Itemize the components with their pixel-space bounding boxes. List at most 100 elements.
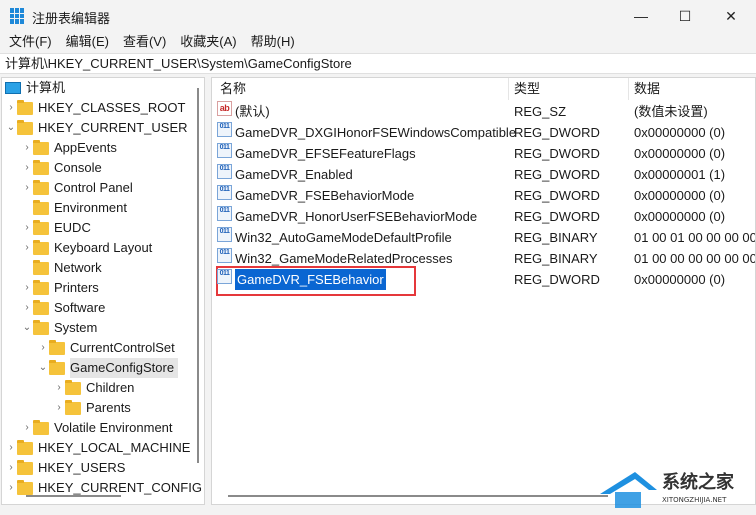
folder-icon: [49, 359, 65, 375]
tree-item[interactable]: › HKEY_CLASSES_ROOT: [5, 98, 185, 118]
menu-favorites[interactable]: 收藏夹(A): [171, 32, 236, 52]
expand-arrow-icon[interactable]: ›: [5, 438, 17, 458]
expand-arrow-icon[interactable]: ›: [21, 158, 33, 178]
value-name: Win32_GameModeRelatedProcesses: [235, 251, 453, 266]
menu-file[interactable]: 文件(F): [0, 32, 52, 52]
tree-item-label: Software: [54, 300, 106, 315]
tree-item[interactable]: › EUDC: [21, 218, 91, 238]
tree-item[interactable]: › CurrentControlSet: [37, 338, 175, 358]
expand-arrow-icon[interactable]: ›: [21, 138, 33, 158]
tree-item[interactable]: › Children: [53, 378, 134, 398]
tree-item-label: CurrentControlSet: [70, 340, 175, 355]
expand-arrow-icon[interactable]: ›: [21, 298, 33, 318]
expand-arrow-icon[interactable]: ›: [5, 478, 17, 498]
expand-arrow-icon[interactable]: ›: [53, 398, 65, 418]
svg-text:XITONGZHIJIA.NET: XITONGZHIJIA.NET: [662, 496, 727, 504]
value-row[interactable]: 011 Win32_GameModeRelatedProcesses REG_BIN…: [212, 248, 756, 269]
minimize-button[interactable]: —: [618, 0, 664, 32]
tree-item[interactable]: › Keyboard Layout: [21, 238, 152, 258]
tree-item[interactable]: › Printers: [21, 278, 99, 298]
tree-item-label: HKEY_CLASSES_ROOT: [38, 100, 186, 115]
expand-arrow-icon[interactable]: ›: [37, 338, 49, 358]
value-name: GameDVR_EFSEFeatureFlags: [235, 146, 416, 161]
value-row[interactable]: 011 GameDVR_HonorUserFSEBehaviorMode REG_D…: [212, 206, 755, 227]
expand-arrow-icon[interactable]: ›: [5, 98, 17, 118]
values-pane[interactable]: 名称 类型 数据 ab (默认) REG_SZ (数值未设置) 011 GameDVR_D…: [211, 77, 756, 505]
folder-icon: [33, 319, 49, 335]
value-name: GameDVR_HonorUserFSEBehaviorMode: [235, 209, 478, 224]
folder-icon: [33, 159, 49, 175]
tree-item-label: Volatile Environment: [54, 420, 173, 435]
tree-item[interactable]: › AppEvents: [21, 138, 117, 158]
values-horizontal-scrollbar[interactable]: [228, 495, 608, 497]
tree-item[interactable]: › HKEY_LOCAL_MACHINE: [5, 438, 190, 458]
tree-item[interactable]: ⌄ System: [21, 318, 97, 338]
value-row[interactable]: 011 GameDVR_FSEBehavior REG_DWORD 0x0000000…: [212, 269, 755, 290]
value-row[interactable]: 011 GameDVR_FSEBehaviorMode REG_DWORD 0x000…: [212, 185, 755, 206]
tree-item[interactable]: › HKEY_USERS: [5, 458, 125, 478]
tree-item[interactable]: › Parents: [53, 398, 131, 418]
tree-item-label: System: [54, 320, 98, 335]
tree-item[interactable]: ⌄ GameConfigStore: [37, 358, 179, 378]
value-row[interactable]: ab (默认) REG_SZ (数值未设置): [212, 101, 755, 122]
value-row[interactable]: 011 Win32_AutoGameModeDefaultProfile REG_B…: [212, 227, 756, 248]
svg-text:系统之家: 系统之家: [662, 471, 735, 493]
tree-item[interactable]: ⌄ HKEY_CURRENT_USER: [5, 118, 188, 138]
expand-arrow-icon[interactable]: ›: [21, 418, 33, 438]
expand-arrow-icon[interactable]: ›: [21, 178, 33, 198]
column-divider[interactable]: [628, 78, 629, 100]
folder-icon: [33, 259, 49, 275]
tree-item[interactable]: 计算机: [5, 78, 65, 98]
value-data: 0x00000000 (0): [634, 125, 726, 140]
value-name: GameDVR_FSEBehavior: [235, 269, 386, 290]
expand-arrow-icon[interactable]: ⌄: [21, 318, 33, 338]
value-type: REG_DWORD: [514, 125, 600, 140]
tree-item[interactable]: › HKEY_CURRENT_CONFIG: [5, 478, 202, 498]
binary-value-icon: 011: [217, 143, 232, 158]
value-type: REG_DWORD: [514, 167, 600, 182]
value-row[interactable]: 011 GameDVR_DXGIHonorFSEWindowsCompatible…: [212, 122, 755, 143]
column-type[interactable]: 类型: [514, 78, 540, 100]
tree-item[interactable]: Network: [21, 258, 102, 278]
expand-arrow-icon[interactable]: ›: [5, 458, 17, 478]
expand-arrow-icon[interactable]: ›: [21, 278, 33, 298]
menu-bar: 文件(F) 编辑(E) 查看(V) 收藏夹(A) 帮助(H): [0, 32, 300, 52]
value-type: REG_BINARY: [514, 230, 598, 245]
column-data[interactable]: 数据: [634, 78, 660, 100]
value-row[interactable]: 011 GameDVR_EFSEFeatureFlags REG_DWORD 0x00…: [212, 143, 755, 164]
value-data: (数值未设置): [634, 104, 708, 119]
maximize-button[interactable]: ☐: [662, 0, 708, 32]
binary-value-icon: 011: [217, 206, 232, 221]
tree-item[interactable]: › Software: [21, 298, 105, 318]
folder-icon: [33, 279, 49, 295]
watermark-logo: 系统之家 XITONGZHIJIA.NET: [595, 464, 755, 512]
menu-help[interactable]: 帮助(H): [242, 32, 295, 52]
expand-arrow-icon[interactable]: ›: [21, 238, 33, 258]
folder-icon: [17, 119, 33, 135]
folder-icon: [33, 199, 49, 215]
expand-arrow-icon[interactable]: ⌄: [5, 118, 17, 138]
tree-vertical-scrollbar[interactable]: [197, 88, 199, 463]
folder-icon: [49, 339, 65, 355]
tree-item[interactable]: › Volatile Environment: [21, 418, 173, 438]
key-tree-pane[interactable]: 计算机 › HKEY_CLASSES_ROOT ⌄ HKEY_CURRENT_USER ›…: [1, 77, 205, 505]
expand-arrow-icon[interactable]: ›: [21, 218, 33, 238]
column-name[interactable]: 名称: [220, 78, 246, 100]
expand-arrow-icon[interactable]: ⌄: [37, 358, 49, 378]
tree-item[interactable]: › Control Panel: [21, 178, 133, 198]
tree-item[interactable]: Environment: [21, 198, 127, 218]
column-divider[interactable]: [508, 78, 509, 100]
menu-edit[interactable]: 编辑(E): [57, 32, 109, 52]
value-data: 0x00000000 (0): [634, 188, 726, 203]
binary-value-icon: 011: [217, 164, 232, 179]
address-bar[interactable]: 计算机\HKEY_CURRENT_USER\System\GameConfigS…: [0, 53, 756, 74]
folder-icon: [33, 419, 49, 435]
value-data: 01 00 00 00 00 00 00 00: [634, 251, 756, 266]
close-button[interactable]: ✕: [708, 0, 754, 32]
value-data: 01 00 01 00 00 00 00 00: [634, 230, 756, 245]
menu-view[interactable]: 查看(V): [114, 32, 166, 52]
value-row[interactable]: 011 GameDVR_Enabled REG_DWORD 0x00000001 (1…: [212, 164, 755, 185]
folder-icon: [33, 239, 49, 255]
tree-item[interactable]: › Console: [21, 158, 102, 178]
expand-arrow-icon[interactable]: ›: [53, 378, 65, 398]
